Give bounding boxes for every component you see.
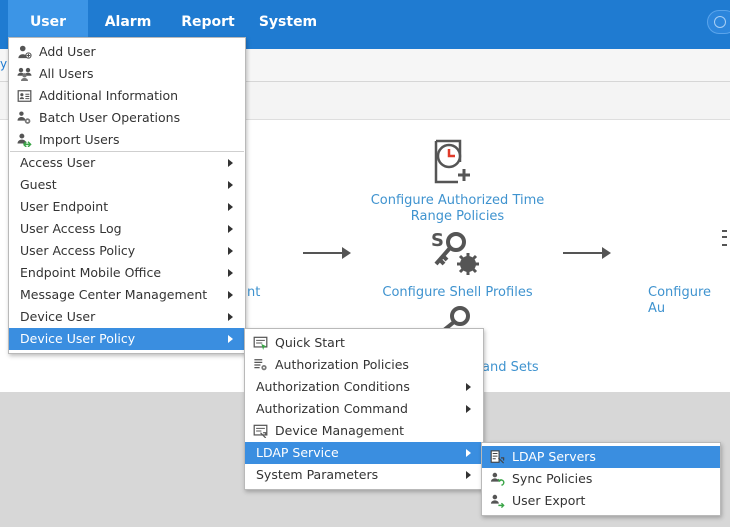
menu-item-access-user[interactable]: Access User (9, 152, 245, 174)
menu-item-user-endpoint[interactable]: User Endpoint (9, 196, 245, 218)
menu-item-user-access-log[interactable]: User Access Log (9, 218, 245, 240)
flow-arrow-1 (303, 247, 351, 259)
chevron-right-icon (228, 225, 233, 233)
id-card-icon (17, 90, 32, 102)
menu-item-device-user-policy[interactable]: Device User Policy (9, 328, 245, 350)
menu-item-authorization-conditions[interactable]: Authorization Conditions (245, 376, 483, 398)
device-management-icon (253, 424, 268, 438)
menu-item-device-user[interactable]: Device User (9, 306, 245, 328)
device-user-policy-submenu: Quick Start Authorization Policies Autho… (244, 328, 484, 490)
command-sets-label[interactable]: and Sets (482, 360, 542, 376)
menu-item-device-management[interactable]: Device Management (245, 420, 483, 442)
chevron-right-icon (228, 269, 233, 277)
import-users-icon (17, 133, 32, 147)
right-step-icon (722, 230, 727, 246)
menu-item-batch-user-operations[interactable]: Batch User Operations (9, 107, 245, 129)
svg-text:S: S (431, 230, 444, 251)
menu-item-sync-policies[interactable]: Sync Policies (482, 468, 720, 490)
add-user-icon (18, 45, 32, 59)
menu-item-ldap-service[interactable]: LDAP Service (245, 442, 483, 464)
menu-item-import-users[interactable]: Import Users (9, 129, 245, 151)
chevron-right-icon (466, 449, 471, 457)
menu-item-endpoint-mobile-office[interactable]: Endpoint Mobile Office (9, 262, 245, 284)
chevron-right-icon (228, 335, 233, 343)
menu-item-quick-start[interactable]: Quick Start (245, 332, 483, 354)
menu-item-system-parameters[interactable]: System Parameters (245, 464, 483, 486)
ldap-servers-icon (490, 450, 505, 464)
user-export-icon (490, 494, 505, 508)
chevron-right-icon (466, 405, 471, 413)
menu-item-ldap-servers[interactable]: LDAP Servers (482, 446, 720, 468)
menu-item-message-center-management[interactable]: Message Center Management (9, 284, 245, 306)
nav-tab-system[interactable]: System (252, 0, 324, 44)
flow-arrow-2 (563, 247, 611, 259)
shell-profiles-label[interactable]: Configure Shell Profiles (380, 285, 535, 301)
quick-start-icon (253, 336, 268, 350)
menu-item-user-access-policy[interactable]: User Access Policy (9, 240, 245, 262)
chevron-right-icon (228, 159, 233, 167)
right-step-label[interactable]: Configure Au (648, 285, 730, 317)
chevron-right-icon (228, 291, 233, 299)
ldap-service-submenu: LDAP Servers Sync Policies User Export (481, 442, 721, 516)
search-toggle-icon[interactable] (707, 10, 730, 34)
authorized-time-label[interactable]: Configure Authorized Time Range Policies (370, 193, 545, 225)
chevron-right-icon (228, 203, 233, 211)
chevron-right-icon (228, 313, 233, 321)
menu-item-user-export[interactable]: User Export (482, 490, 720, 512)
shell-profile-icon[interactable]: S (430, 228, 482, 276)
chevron-right-icon (466, 471, 471, 479)
breadcrumb-fragment[interactable]: y (0, 57, 7, 71)
chevron-right-icon (466, 383, 471, 391)
batch-users-icon (17, 111, 31, 124)
sync-policies-icon (490, 472, 505, 486)
all-users-icon (17, 67, 32, 81)
menu-item-add-user[interactable]: Add User (9, 41, 245, 63)
command-sets-key-icon[interactable] (438, 304, 474, 328)
authorization-policies-icon (254, 359, 267, 371)
menu-item-additional-information[interactable]: Additional Information (9, 85, 245, 107)
menu-item-all-users[interactable]: All Users (9, 63, 245, 85)
menu-item-authorization-policies[interactable]: Authorization Policies (245, 354, 483, 376)
menu-item-guest[interactable]: Guest (9, 174, 245, 196)
left-step-label[interactable]: nt (247, 285, 267, 301)
chevron-right-icon (228, 181, 233, 189)
menu-item-authorization-command[interactable]: Authorization Command (245, 398, 483, 420)
user-dropdown-menu: Add User All Users Additional Informatio… (8, 37, 246, 354)
chevron-right-icon (228, 247, 233, 255)
clock-icon[interactable] (432, 138, 472, 186)
